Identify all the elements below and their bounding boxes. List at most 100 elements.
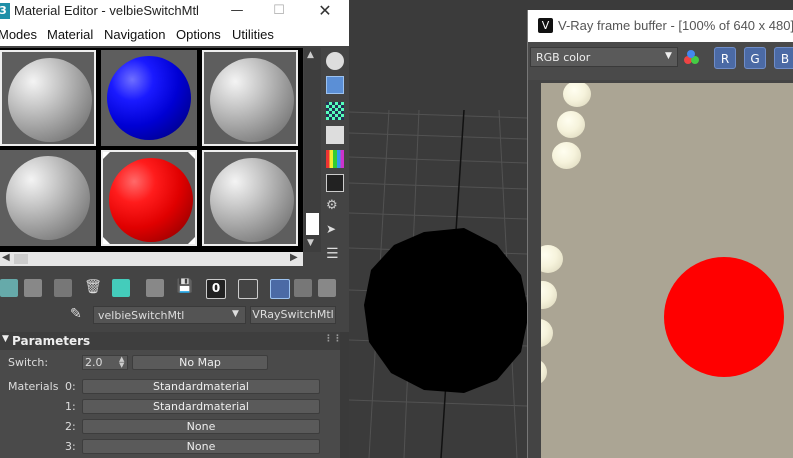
collapse-arrow-icon: ▼	[2, 334, 9, 344]
white-sphere	[563, 83, 591, 107]
black-sphere-object[interactable]	[364, 228, 527, 393]
sample-uv-tiling-icon[interactable]	[326, 126, 344, 144]
sample-slot-3[interactable]	[202, 50, 298, 146]
channel-dropdown[interactable]: RGB color ▼	[530, 47, 678, 67]
show-shaded-material-icon[interactable]	[238, 279, 258, 299]
scroll-thumb-h[interactable]	[14, 254, 28, 264]
sample-slots-grid	[0, 48, 303, 252]
vfb-title-bar[interactable]: V V-Ray frame buffer - [100% of 640 x 48…	[528, 10, 793, 42]
slots-vertical-scrollbar[interactable]: ▲ ▼	[304, 48, 321, 252]
red-sphere	[664, 257, 784, 377]
active-slot-corner	[188, 152, 195, 159]
slots-horizontal-scrollbar[interactable]: ◀ ▶	[0, 252, 303, 266]
switch-map-button[interactable]: No Map	[132, 355, 268, 370]
sample-type-sphere-icon[interactable]	[326, 52, 344, 70]
material-name-dropdown[interactable]: velbieSwitchMtl ▼	[93, 306, 246, 324]
viewport-grid	[349, 109, 527, 458]
menu-utilities[interactable]: Utilities	[232, 27, 274, 42]
make-unique-icon[interactable]	[112, 279, 130, 297]
switch-spinner[interactable]: 2.0 ▲ ▼	[82, 355, 128, 370]
grey-material-sphere	[8, 58, 92, 142]
white-sphere	[541, 319, 553, 347]
material-index-2: 2:	[65, 420, 76, 433]
trash-icon[interactable]: 🗑	[84, 279, 102, 297]
spinner-arrows-icon[interactable]: ▲ ▼	[119, 356, 124, 369]
material-map-navigator-icon[interactable]: ☰	[326, 246, 344, 264]
material-editor-title: Material Editor - velbieSwitchMtl	[14, 3, 199, 18]
material-editor-title-bar[interactable]: 3 Material Editor - velbieSwitchMtl — ☐ …	[0, 0, 349, 24]
grey-material-sphere	[210, 158, 294, 242]
scroll-down-icon[interactable]: ▼	[307, 238, 314, 248]
white-sphere	[552, 142, 581, 169]
grey-material-sphere	[210, 58, 294, 142]
material-slot-1-button[interactable]: Standardmaterial	[82, 399, 320, 414]
scroll-right-icon[interactable]: ▶	[290, 252, 298, 263]
make-preview-icon[interactable]	[326, 174, 344, 192]
white-sphere	[541, 359, 547, 385]
white-sphere	[557, 111, 585, 138]
put-to-library-icon[interactable]	[146, 279, 164, 297]
rollout-scrollbar[interactable]	[340, 332, 349, 458]
scroll-left-icon[interactable]: ◀	[2, 252, 10, 263]
assign-to-selection-icon[interactable]	[54, 279, 72, 297]
material-type-button[interactable]: VRaySwitchMtl	[250, 306, 336, 324]
sample-slot-2[interactable]	[101, 50, 197, 146]
menu-options[interactable]: Options	[176, 27, 221, 42]
3dsmax-logo-icon: 3	[0, 3, 10, 19]
put-to-scene-icon[interactable]	[24, 279, 42, 297]
scroll-up-icon[interactable]: ▲	[307, 50, 314, 60]
rollout-title: Parameters	[12, 334, 91, 348]
vray-logo-icon: V	[538, 18, 553, 33]
video-color-check-icon[interactable]	[326, 150, 344, 168]
sample-slot-1[interactable]	[0, 50, 96, 146]
select-by-material-icon[interactable]: ➤	[326, 222, 344, 240]
switch-label: Switch:	[8, 356, 49, 369]
vfb-toolbar: RGB color ▼ R G B	[528, 42, 793, 80]
render-image[interactable]	[541, 83, 793, 458]
sample-slot-6[interactable]	[202, 150, 298, 246]
active-slot-corner	[103, 237, 110, 244]
vray-frame-buffer-window: V V-Ray frame buffer - [100% of 640 x 48…	[527, 10, 793, 458]
material-id-channel-icon[interactable]: 0	[206, 279, 226, 299]
get-material-icon[interactable]	[0, 279, 18, 297]
options-icon[interactable]: ⚙	[326, 198, 344, 216]
3d-viewport[interactable]	[349, 0, 527, 458]
menu-modes[interactable]: Modes	[0, 27, 37, 42]
go-forward-sibling-icon[interactable]	[318, 279, 336, 297]
sample-slot-5-active[interactable]	[101, 150, 197, 246]
rollout-header[interactable]: ▼ Parameters ⋮⋮	[0, 332, 342, 350]
save-icon[interactable]: 💾	[176, 279, 194, 297]
blue-channel-button[interactable]: B	[774, 47, 793, 69]
material-name-value: velbieSwitchMtl	[98, 309, 185, 322]
material-editor-menu-bar: Modes Material Navigation Options Utilit…	[0, 24, 349, 46]
material-index-1: 1:	[65, 400, 76, 413]
menu-navigation[interactable]: Navigation	[104, 27, 165, 42]
switch-value: 2.0	[85, 356, 103, 369]
active-slot-corner	[188, 237, 195, 244]
close-button[interactable]: ✕	[314, 2, 336, 20]
chevron-down-icon: ▼	[232, 309, 239, 319]
material-index-0: 0:	[65, 380, 76, 393]
menu-material[interactable]: Material	[47, 27, 93, 42]
blue-material-sphere	[107, 56, 191, 140]
red-channel-button[interactable]: R	[714, 47, 736, 69]
backlight-icon[interactable]	[326, 76, 344, 94]
material-slot-0-button[interactable]: Standardmaterial	[82, 379, 320, 394]
show-end-result-icon[interactable]	[270, 279, 290, 299]
green-channel-button[interactable]: G	[744, 47, 766, 69]
go-to-parent-icon[interactable]	[294, 279, 312, 297]
sample-slot-4[interactable]	[0, 150, 96, 246]
chevron-down-icon: ▼	[665, 51, 672, 61]
material-slot-2-button[interactable]: None	[82, 419, 320, 434]
white-sphere	[541, 245, 563, 273]
background-checker-icon[interactable]	[326, 102, 344, 120]
minimize-button[interactable]: —	[226, 2, 248, 20]
material-slot-3-button[interactable]: None	[82, 439, 320, 454]
maximize-button[interactable]: ☐	[268, 2, 290, 20]
active-slot-corner	[103, 152, 110, 159]
material-index-3: 3:	[65, 440, 76, 453]
color-channels-icon[interactable]	[684, 50, 700, 66]
scroll-thumb[interactable]	[306, 213, 319, 235]
vfb-title: V-Ray frame buffer - [100% of 640 x 480]	[558, 18, 793, 33]
pick-material-eyedropper-icon[interactable]: ✎	[70, 306, 88, 324]
